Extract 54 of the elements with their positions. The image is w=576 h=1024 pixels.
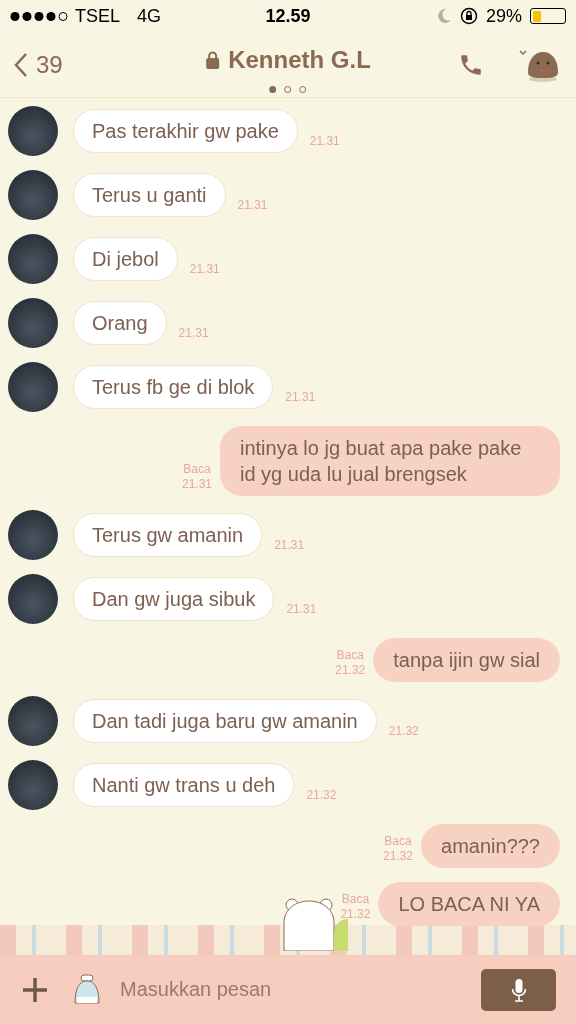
message-time: 21.31 <box>286 601 317 618</box>
read-receipt: Baca <box>183 462 211 477</box>
message-bubble: Terus u ganti <box>73 173 226 217</box>
message-bubble: intinya lo jg buat apa pake pake id yg uda lu jual brengsek <box>220 426 560 496</box>
read-receipt: Baca <box>341 892 370 907</box>
rotation-lock-icon <box>459 7 478 25</box>
battery-percent: 29% <box>485 4 522 28</box>
message-time: 21.31 <box>309 133 340 150</box>
message-time: 21.32 <box>340 907 371 922</box>
avatar <box>8 574 58 624</box>
message-bubble: Orang <box>73 301 167 345</box>
lock-icon <box>205 51 221 69</box>
carrier-name: TSEL <box>75 4 121 28</box>
read-receipt: Baca <box>336 648 364 663</box>
microphone-icon <box>510 977 527 1002</box>
battery-icon <box>530 8 566 24</box>
message-time: 21.31 <box>274 537 305 554</box>
message-time: 21.31 <box>285 389 316 406</box>
message-time: 21.32 <box>335 663 366 678</box>
network-type: 4G <box>137 4 162 28</box>
signal-icon <box>10 10 70 22</box>
message-bubble: amanin??? <box>421 824 560 868</box>
avatar <box>8 760 58 810</box>
moon-icon <box>435 8 452 24</box>
avatar <box>8 106 58 156</box>
read-receipt: Baca <box>384 834 412 849</box>
message-bubble: Terus gw amanin <box>73 513 263 557</box>
message-bubble: tanpa ijin gw sial <box>373 638 560 682</box>
message-composer[interactable]: Masukkan pesan <box>0 955 576 1024</box>
message-bubble: Nanti gw trans u deh <box>73 763 295 807</box>
message-time: 21.31 <box>237 197 268 214</box>
message-time: 21.31 <box>189 261 220 278</box>
message-bubble: Dan tadi juga baru gw amanin <box>73 699 377 743</box>
back-button[interactable]: 39 <box>14 46 63 83</box>
message-time: 21.32 <box>383 849 414 864</box>
status-time: 12.59 <box>265 4 311 28</box>
avatar <box>8 234 58 284</box>
message-bubble: Dan gw juga sibuk <box>73 577 275 621</box>
avatar <box>8 298 58 348</box>
chat-title: Kenneth G.L <box>228 45 371 75</box>
avatar <box>8 510 58 560</box>
message-time: 21.32 <box>388 723 419 740</box>
message-time: 21.31 <box>178 325 209 342</box>
message-bubble: LO BACA NI YA <box>378 882 560 926</box>
avatar <box>8 696 58 746</box>
message-time: 21.31 <box>181 477 212 492</box>
avatar <box>8 170 58 220</box>
avatar <box>8 362 58 412</box>
microphone-button[interactable] <box>481 968 556 1011</box>
message-time: 21.32 <box>306 787 337 804</box>
chevron-left-icon <box>14 51 28 78</box>
message-bubble: Terus fb ge di blok <box>73 365 274 409</box>
message-bubble: Di jebol <box>73 237 178 281</box>
message-bubble: Pas terakhir gw pake <box>73 109 298 153</box>
